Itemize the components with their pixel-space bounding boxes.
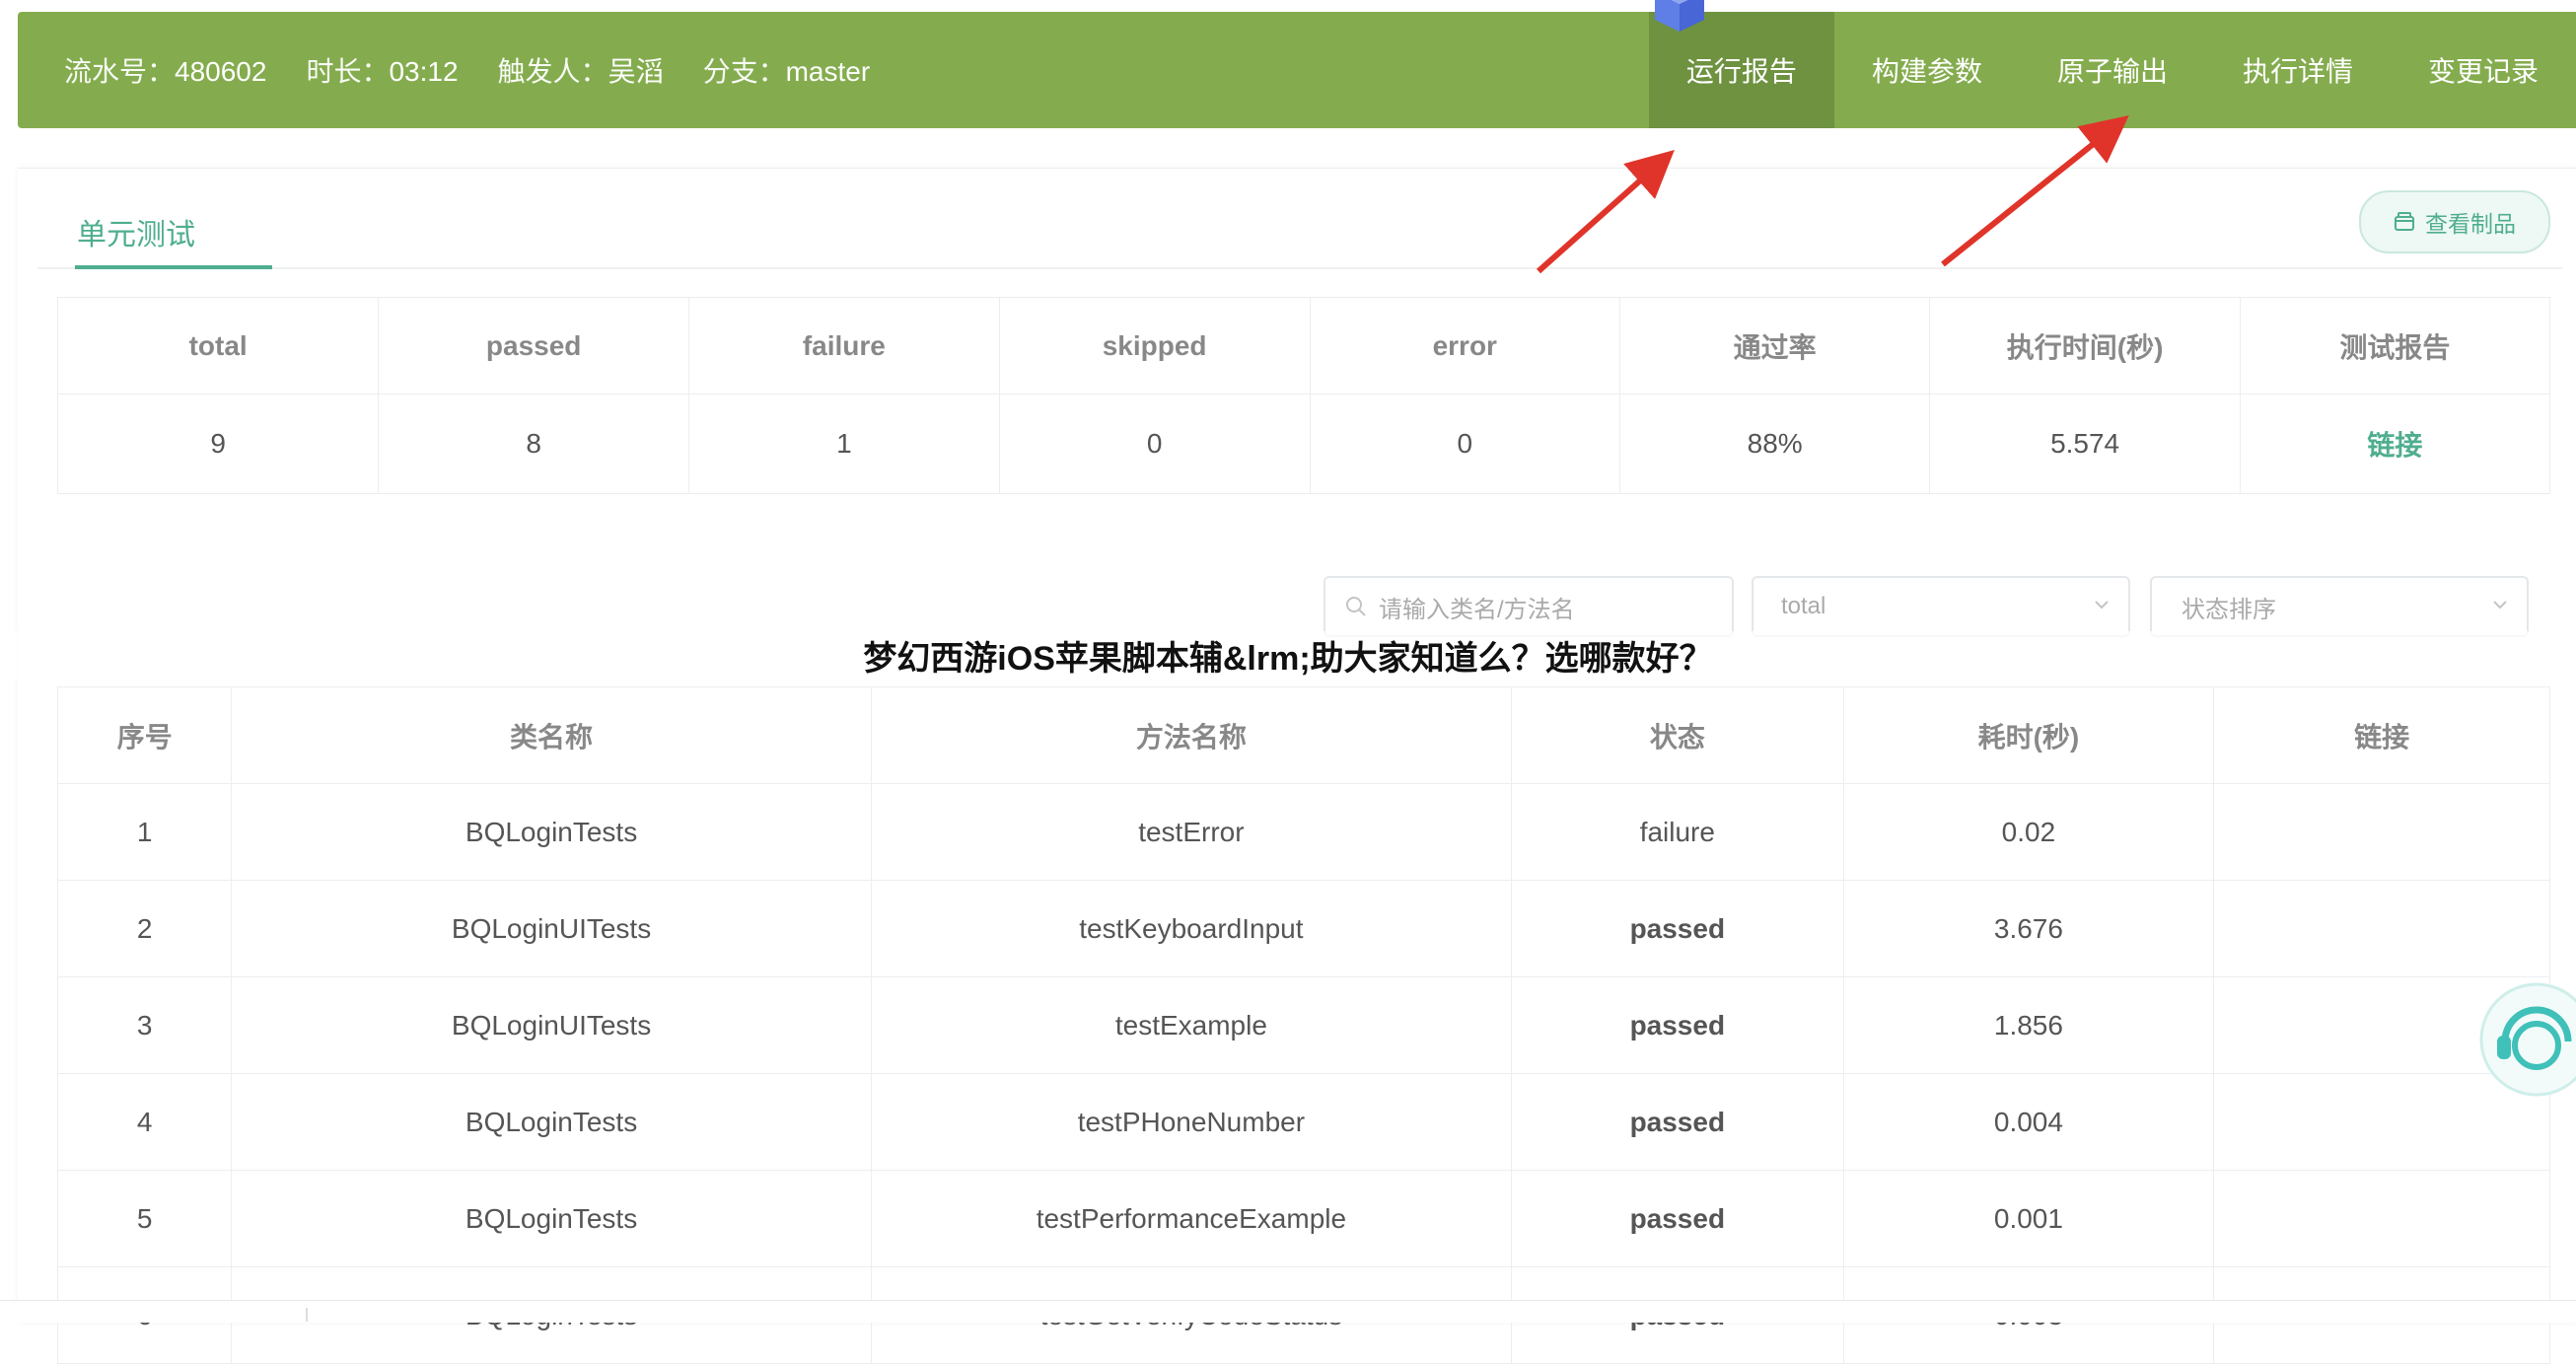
summary-header-total: total xyxy=(56,297,380,395)
status-sort-value: 状态排序 xyxy=(2182,596,2276,623)
detail-header-status: 状态 xyxy=(1511,686,1844,784)
row-class: BQLoginTests xyxy=(231,1170,872,1267)
summary-exec-time: 5.574 xyxy=(1929,394,2241,494)
build-meta: 流水号：480602 时长：03:12 触发人：吴滔 分支：master xyxy=(64,12,870,128)
build-header: 流水号：480602 时长：03:12 触发人：吴滔 分支：master 运行报… xyxy=(18,12,2576,128)
report-card: 单元测试 查看制品 total passed failure skipped e… xyxy=(18,168,2576,1364)
row-method: testKeyboardInput xyxy=(870,880,1513,977)
cube-decoration-icon xyxy=(1655,0,1704,32)
table-row: 2 BQLoginUITests testKeyboardInput passe… xyxy=(56,880,2550,977)
detail-header-time: 耗时(秒) xyxy=(1842,686,2215,784)
row-link xyxy=(2213,1170,2550,1267)
summary-failure: 1 xyxy=(688,394,1000,494)
row-status: passed xyxy=(1511,1073,1844,1171)
summary-table: total passed failure skipped error 通过率 执… xyxy=(56,297,2551,494)
package-icon xyxy=(2395,212,2414,231)
summary-report-cell: 链接 xyxy=(2239,394,2551,494)
tab-execution-details[interactable]: 执行详情 xyxy=(2205,12,2391,128)
summary-pass-rate: 88% xyxy=(1618,394,1931,494)
row-time: 0.001 xyxy=(1842,1170,2215,1267)
table-row: 3 BQLoginUITests testExample passed 1.85… xyxy=(56,976,2550,1074)
view-artifacts-label: 查看制品 xyxy=(2425,211,2516,237)
row-time: 0.02 xyxy=(1842,783,2215,881)
search-icon xyxy=(1346,597,1366,616)
row-link xyxy=(2213,783,2550,881)
total-select-value: total xyxy=(1781,593,1826,619)
test-detail-table: 序号 类名称 方法名称 状态 耗时(秒) 链接 1 BQLoginTests t… xyxy=(56,686,2550,1364)
overlay-title: 梦幻西游iOS苹果脚本辅&lrm;助大家知道么？选哪款好？ xyxy=(0,631,2576,680)
summary-values-row: 9 8 1 0 0 88% 5.574 链接 xyxy=(56,394,2551,494)
view-artifacts-button[interactable]: 查看制品 xyxy=(2359,190,2550,253)
customer-support-icon[interactable] xyxy=(2475,980,2576,1099)
row-index: 1 xyxy=(56,783,233,881)
search-placeholder: 请输入类名/方法名 xyxy=(1379,596,1575,623)
bottom-divider xyxy=(306,1308,308,1322)
row-status: passed xyxy=(1511,976,1844,1074)
detail-header-index: 序号 xyxy=(56,686,233,784)
row-class: BQLoginUITests xyxy=(231,880,872,977)
header-nav: 运行报告 构建参数 原子输出 执行详情 变更记录 xyxy=(1648,12,2576,128)
row-method: testError xyxy=(870,783,1513,881)
row-class: BQLoginTests xyxy=(231,1073,872,1171)
summary-header-row: total passed failure skipped error 通过率 执… xyxy=(56,297,2551,395)
tab-atom-output[interactable]: 原子输出 xyxy=(2020,12,2205,128)
summary-header-error: error xyxy=(1309,297,1621,395)
tab-build-params[interactable]: 构建参数 xyxy=(1834,12,2020,128)
row-method: testPHoneNumber xyxy=(870,1073,1513,1171)
chevron-down-icon xyxy=(2493,601,2507,610)
search-input[interactable]: 请输入类名/方法名 xyxy=(1324,576,1734,637)
detail-header-link: 链接 xyxy=(2213,686,2550,784)
status-sort-select[interactable]: 状态排序 xyxy=(2150,576,2529,637)
meta-build-number: 流水号：480602 xyxy=(64,56,267,87)
row-status: passed xyxy=(1511,1170,1844,1267)
row-index: 5 xyxy=(56,1170,233,1267)
report-link[interactable]: 链接 xyxy=(2367,430,2422,461)
row-status: failure xyxy=(1511,783,1844,881)
detail-header-row: 序号 类名称 方法名称 状态 耗时(秒) 链接 xyxy=(56,686,2550,784)
bottom-strip xyxy=(0,1300,2576,1323)
summary-total: 9 xyxy=(56,394,380,494)
row-index: 4 xyxy=(56,1073,233,1171)
row-link xyxy=(2213,880,2550,977)
table-row: 4 BQLoginTests testPHoneNumber passed 0.… xyxy=(56,1073,2550,1171)
row-method: testExample xyxy=(870,976,1513,1074)
row-index: 2 xyxy=(56,880,233,977)
summary-header-skipped: skipped xyxy=(998,297,1311,395)
summary-header-report: 测试报告 xyxy=(2239,297,2551,395)
summary-passed: 8 xyxy=(378,394,690,494)
row-time: 1.856 xyxy=(1842,976,2215,1074)
summary-skipped: 0 xyxy=(998,394,1311,494)
summary-header-exec-time: 执行时间(秒) xyxy=(1929,297,2241,395)
tab-active-indicator xyxy=(75,265,272,269)
tab-change-log[interactable]: 变更记录 xyxy=(2391,12,2576,128)
detail-header-method: 方法名称 xyxy=(870,686,1513,784)
summary-error: 0 xyxy=(1309,394,1621,494)
row-method: testPerformanceExample xyxy=(870,1170,1513,1267)
tab-unit-test[interactable]: 单元测试 xyxy=(77,210,195,253)
row-time: 0.004 xyxy=(1842,1073,2215,1171)
row-time: 3.676 xyxy=(1842,880,2215,977)
tab-divider xyxy=(37,267,2562,269)
summary-header-pass-rate: 通过率 xyxy=(1618,297,1931,395)
summary-header-passed: passed xyxy=(378,297,690,395)
meta-trigger-user: 触发人：吴滔 xyxy=(497,56,664,87)
row-class: BQLoginTests xyxy=(231,783,872,881)
summary-header-failure: failure xyxy=(688,297,1000,395)
row-class: BQLoginUITests xyxy=(231,976,872,1074)
table-row: 1 BQLoginTests testError failure 0.02 xyxy=(56,783,2550,881)
total-select[interactable]: total xyxy=(1752,576,2130,637)
row-status: passed xyxy=(1511,880,1844,977)
table-row: 5 BQLoginTests testPerformanceExample pa… xyxy=(56,1170,2550,1267)
meta-duration: 时长：03:12 xyxy=(306,56,459,87)
meta-branch: 分支：master xyxy=(702,56,871,87)
chevron-down-icon xyxy=(2095,601,2109,610)
detail-header-class: 类名称 xyxy=(231,686,872,784)
row-index: 3 xyxy=(56,976,233,1074)
